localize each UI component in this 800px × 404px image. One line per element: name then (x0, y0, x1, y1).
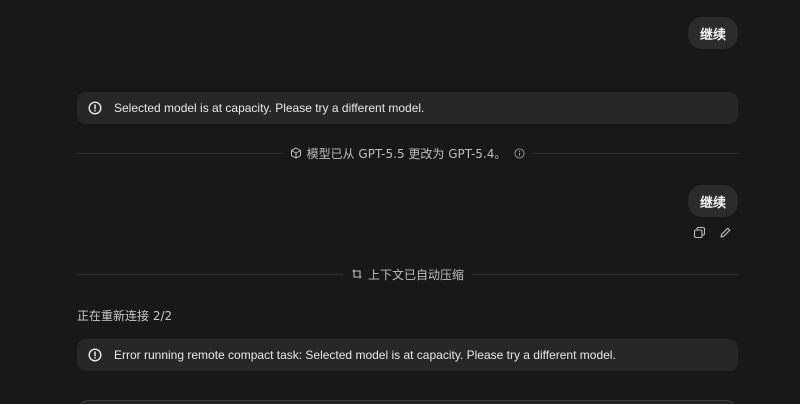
message-composer[interactable] (77, 400, 738, 404)
divider-line (472, 273, 739, 275)
user-message-text: 继续 (699, 195, 726, 211)
chat-thread: 继续 Selected model is at capacity. Please… (0, 0, 800, 404)
alert-circle-icon (88, 101, 102, 115)
user-message: 继续 (687, 185, 738, 217)
model-change-text: 模型已从 GPT-5.5 更改为 GPT-5.4。 (306, 146, 507, 161)
error-alert-text: Selected model is at capacity. Please tr… (114, 101, 425, 115)
user-message: 继续 (687, 17, 738, 49)
error-alert-text: Error running remote compact task: Selec… (114, 348, 616, 362)
context-compressed-notice: 上下文已自动压缩 (343, 266, 472, 283)
divider-line (533, 152, 738, 154)
model-change-notice: 模型已从 GPT-5.5 更改为 GPT-5.4。 (282, 145, 534, 162)
model-change-divider: 模型已从 GPT-5.5 更改为 GPT-5.4。 (77, 143, 738, 163)
error-alert: Selected model is at capacity. Please tr… (77, 92, 738, 124)
context-compressed-text: 上下文已自动压缩 (368, 267, 465, 282)
divider-line (77, 152, 282, 154)
pencil-icon[interactable] (718, 225, 732, 239)
user-message-text: 继续 (699, 27, 726, 43)
message-actions (692, 225, 732, 239)
context-compressed-divider: 上下文已自动压缩 (77, 264, 739, 284)
reconnecting-status: 正在重新连接 2/2 (77, 309, 173, 323)
error-alert: Error running remote compact task: Selec… (77, 339, 738, 371)
alert-circle-icon (88, 348, 102, 362)
compress-icon (352, 269, 362, 279)
divider-line (77, 273, 343, 275)
info-icon[interactable] (514, 147, 525, 159)
cube-icon (290, 147, 301, 159)
copy-icon[interactable] (692, 225, 706, 239)
